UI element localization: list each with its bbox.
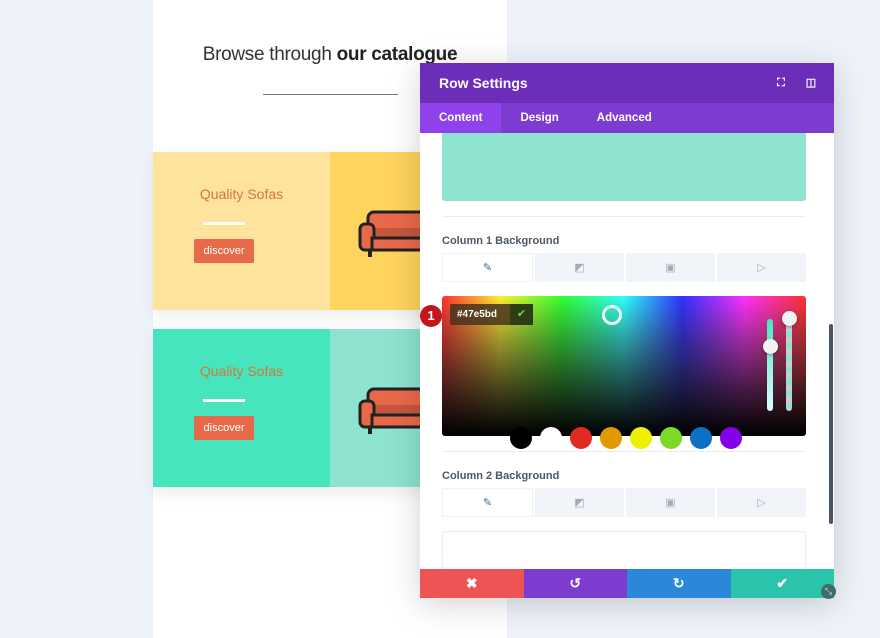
column-divider	[203, 222, 245, 225]
video-tab[interactable]: ▷	[717, 488, 806, 517]
modal-body: Column 1 Background ✎ ◩ ▣ ▷ #47e5bd ✔ Co…	[420, 133, 834, 570]
redo-icon: ↻	[672, 575, 685, 591]
column-divider	[203, 399, 245, 402]
modal-footer: ✖ ↺ ↻ ✔	[420, 569, 834, 598]
image-icon: ▣	[665, 497, 676, 509]
color-swatch[interactable]	[720, 427, 742, 449]
column1-bg-type-tabs: ✎ ◩ ▣ ▷	[442, 253, 806, 282]
color-swatch[interactable]	[600, 427, 622, 449]
check-icon[interactable]: ✔	[510, 304, 533, 325]
color-icon: ✎	[482, 262, 493, 274]
fullscreen-icon[interactable]: ⛶	[774, 76, 788, 90]
gradient-tab[interactable]: ◩	[535, 488, 624, 517]
color-swatches	[510, 427, 742, 449]
video-icon: ▷	[757, 497, 766, 509]
color-tab[interactable]: ✎	[442, 253, 533, 282]
resize-handle-icon[interactable]: ⤡	[821, 584, 836, 599]
image-tab[interactable]: ▣	[626, 488, 715, 517]
color-swatch[interactable]	[660, 427, 682, 449]
undo-button[interactable]: ↺	[523, 569, 627, 598]
column2-bg-type-tabs: ✎ ◩ ▣ ▷	[442, 488, 806, 517]
modal-title: Row Settings	[439, 75, 528, 91]
step-badge: 1	[420, 305, 442, 327]
heading-light-text: Browse through	[202, 44, 337, 65]
modal-tabs: Content Design Advanced	[420, 103, 834, 133]
close-icon: ✖	[465, 575, 478, 591]
heading-bold-text: our catalogue	[336, 44, 458, 65]
discover-button[interactable]: discover	[194, 416, 254, 440]
column2-background-label: Column 2 Background	[442, 470, 560, 482]
sidebar-toggle-icon[interactable]: ◫	[804, 76, 818, 90]
color-swatch[interactable]	[570, 427, 592, 449]
check-icon: ✔	[776, 575, 789, 591]
section-divider	[442, 451, 806, 452]
hex-input-box[interactable]: #47e5bd ✔	[450, 304, 533, 325]
opacity-slider-handle[interactable]	[782, 311, 797, 326]
background-preview	[442, 133, 806, 201]
color-tab[interactable]: ✎	[442, 488, 533, 517]
undo-icon: ↺	[569, 575, 582, 591]
row2-column-1[interactable]: Quality Sofas discover	[153, 329, 330, 487]
image-tab[interactable]: ▣	[626, 253, 715, 282]
image-icon: ▣	[665, 262, 676, 274]
discover-button[interactable]: discover	[194, 239, 254, 263]
hex-input[interactable]: #47e5bd	[450, 304, 510, 325]
video-tab[interactable]: ▷	[717, 253, 806, 282]
cancel-button[interactable]: ✖	[420, 569, 524, 598]
color-swatch[interactable]	[510, 427, 532, 449]
column-title: Quality Sofas	[199, 186, 284, 202]
column2-color-field[interactable]	[442, 531, 806, 570]
opacity-slider[interactable]	[786, 319, 792, 411]
color-picker-area[interactable]: #47e5bd ✔	[442, 296, 806, 436]
color-swatch[interactable]	[540, 427, 562, 449]
section-divider	[442, 216, 806, 217]
tab-design[interactable]: Design	[501, 103, 577, 133]
modal-scrollbar[interactable]	[829, 324, 833, 524]
color-picker-handle[interactable]	[602, 305, 622, 325]
save-button[interactable]: ✔	[730, 569, 834, 598]
column-title: Quality Sofas	[199, 363, 284, 379]
hue-slider[interactable]	[767, 319, 773, 411]
row1-column-1[interactable]: Quality Sofas discover	[153, 152, 330, 310]
gradient-icon: ◩	[574, 262, 585, 274]
column1-background-label: Column 1 Background	[442, 235, 560, 247]
tab-advanced[interactable]: Advanced	[578, 103, 671, 133]
hue-slider-handle[interactable]	[763, 339, 778, 354]
tab-content[interactable]: Content	[420, 103, 502, 133]
color-swatch[interactable]	[690, 427, 712, 449]
modal-header[interactable]: Row Settings ⛶ ◫	[420, 63, 834, 103]
redo-button[interactable]: ↻	[627, 569, 731, 598]
row-settings-modal: Row Settings ⛶ ◫ Content Design Advanced…	[420, 63, 834, 598]
gradient-icon: ◩	[574, 497, 585, 509]
color-swatch[interactable]	[630, 427, 652, 449]
heading-divider	[263, 94, 398, 95]
color-icon: ✎	[482, 497, 493, 509]
video-icon: ▷	[757, 262, 766, 274]
gradient-tab[interactable]: ◩	[535, 253, 624, 282]
